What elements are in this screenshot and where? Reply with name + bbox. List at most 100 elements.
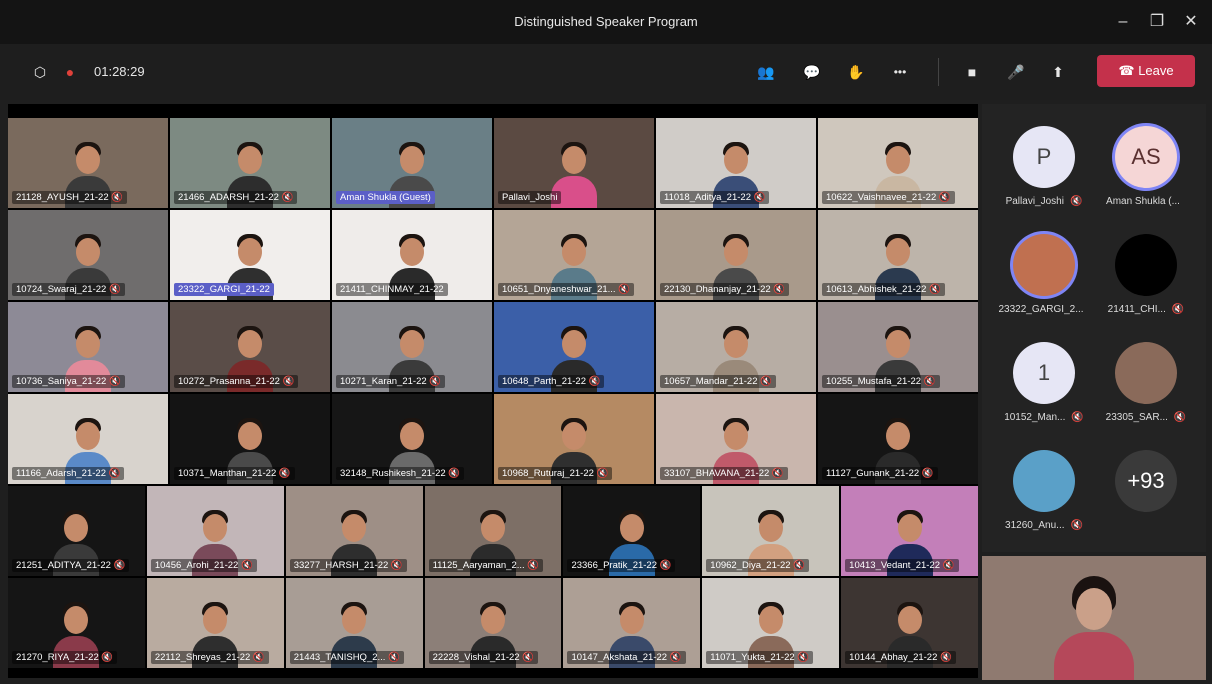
video-tile[interactable]: 10144_Abhay_21-22 🔇 [841,578,979,668]
video-tile[interactable]: 10657_Mandar_21-22 🔇 [656,302,816,392]
self-view[interactable] [982,556,1206,680]
avatar [1013,450,1075,512]
reactions-icon[interactable]: ✋ [842,60,870,84]
participant-name-text: Aman Shukla (... [1106,196,1180,207]
participant-name-label: 10271_Karan_21-22 🔇 [336,375,446,388]
participant-name-label: 21466_ADARSH_21-22 🔇 [174,191,298,204]
leave-label: Leave [1138,63,1174,78]
video-tile[interactable]: 33107_BHAVANA_21-22 🔇 [656,394,816,484]
participant-name-label: 21411_CHINMAY_21-22 [336,283,448,296]
participant-tile[interactable]: 21411_CHI... 🔇 [1096,234,1196,315]
participant-tile[interactable]: 1 10152_Man... 🔇 [994,342,1094,423]
close-button[interactable]: ✕ [1176,8,1206,36]
participant-tile[interactable]: P Pallavi_Joshi 🔇 [994,126,1094,207]
avatar [1115,342,1177,404]
video-tile[interactable]: 10456_Arohi_21-22 🔇 [146,486,284,576]
participant-name-text: Pallavi_Joshi [1005,196,1064,207]
camera-icon[interactable]: ■ [958,60,986,84]
participant-tile[interactable]: +93 [1096,450,1196,531]
participant-name-label: 10144_Abhay_21-22 🔇 [845,651,956,664]
participant-name-label: 10657_Mandar_21-22 🔇 [660,375,776,388]
participant-name-label: 21251_ADITYA_21-22 🔇 [12,559,130,572]
video-tile[interactable]: 11166_Adarsh_21-22 🔇 [8,394,168,484]
participant-tile[interactable]: 23305_SAR... 🔇 [1096,342,1196,423]
chat-icon[interactable]: 💬 [798,60,826,84]
participant-name-label: 11071_Yukta_21-22 🔇 [706,651,814,664]
mic-muted-icon: 🔇 [1173,412,1187,423]
participant-name-label: 21270_RIYA_21-22 🔇 [12,651,118,664]
mic-muted-icon: 🔇 [1171,304,1185,315]
video-tile[interactable]: 10962_Diya_21-22 🔇 [702,486,840,576]
video-tile[interactable]: 10724_Swaraj_21-22 🔇 [8,210,168,300]
avatar: 1 [1013,342,1075,404]
video-tile[interactable]: 33277_HARSH_21-22 🔇 [285,486,423,576]
participant-name-label: 11018_Aditya_21-22 🔇 [660,191,770,204]
participant-name-label: 11166_Adarsh_21-22 🔇 [12,467,125,480]
mic-muted-icon[interactable]: 🎤 [1002,60,1030,84]
video-tile[interactable]: 22112_Shreyas_21-22 🔇 [146,578,284,668]
video-tile[interactable]: 32148_Rushikesh_21-22 🔇 [332,394,492,484]
more-options-icon[interactable]: ••• [886,60,914,84]
video-tile[interactable]: 11125_Aaryaman_2... 🔇 [424,486,562,576]
window-title: Distinguished Speaker Program [514,14,698,29]
participant-name-text: 23305_SAR... [1105,412,1168,423]
participant-tile[interactable]: 23322_GARGI_2... [994,234,1094,315]
video-tile[interactable]: 11018_Aditya_21-22 🔇 [656,118,816,208]
meeting-toolbar: ⬡ ● 01:28:29 👥 💬 ✋ ••• ■ 🎤 ⬆ ☎ Leave [0,44,1212,100]
video-tile[interactable]: 21251_ADITYA_21-22 🔇 [8,486,145,576]
video-tile[interactable]: Aman Shukla (Guest) [332,118,492,208]
video-tile[interactable]: 10272_Prasanna_21-22 🔇 [170,302,330,392]
video-tile[interactable]: 10651_Dnyaneshwar_21... 🔇 [494,210,654,300]
share-screen-icon[interactable]: ⬆ [1044,60,1072,84]
shield-icon[interactable]: ⬡ [26,60,54,84]
participant-name-text: 21411_CHI... [1107,304,1166,315]
video-tile[interactable]: 11127_Gunank_21-22 🔇 [818,394,978,484]
video-tile[interactable]: 21270_RIYA_21-22 🔇 [8,578,145,668]
video-grid-row: 10736_Saniya_21-22 🔇 10272_Prasanna_21-22… [8,302,978,392]
video-tile[interactable]: 21443_TANISHQ_2... 🔇 [285,578,423,668]
video-tile[interactable]: 10613_Abhishek_21-22 🔇 [818,210,978,300]
participant-name-label: 10736_Saniya_21-22 🔇 [12,375,125,388]
video-tile[interactable]: 10968_Ruturaj_21-22 🔇 [494,394,654,484]
participant-name-label: 10371_Manthan_21-22 🔇 [174,467,295,480]
participant-name-label: 10968_Ruturaj_21-22 🔇 [498,467,613,480]
video-tile[interactable]: 21128_AYUSH_21-22 🔇 [8,118,168,208]
participant-tile[interactable]: 31260_Anu... 🔇 [994,450,1094,531]
video-tile[interactable]: 10255_Mustafa_21-22 🔇 [818,302,978,392]
participant-name-label: 33277_HARSH_21-22 🔇 [289,559,407,572]
participant-name-text: 10152_Man... [1004,412,1066,423]
video-tile[interactable]: 10648_Parth_21-22 🔇 [494,302,654,392]
video-tile[interactable]: 10371_Manthan_21-22 🔇 [170,394,330,484]
participant-name-label: 10724_Swaraj_21-22 🔇 [12,283,125,296]
video-tile[interactable]: 10413_Vedant_21-22 🔇 [841,486,979,576]
video-tile[interactable]: 23322_GARGI_21-22 [170,210,330,300]
video-tile[interactable]: 10736_Saniya_21-22 🔇 [8,302,168,392]
participant-name: 10152_Man... 🔇 [994,412,1094,423]
video-tile[interactable]: 23366_Pratik_21-22 🔇 [563,486,701,576]
video-grid: 21128_AYUSH_21-22 🔇 21466_ADARSH_21-22 🔇 A… [8,118,979,670]
participant-name-label: 10962_Diya_21-22 🔇 [706,559,810,572]
video-tile[interactable]: 22130_Dhananjay_21-22 🔇 [656,210,816,300]
video-tile[interactable]: 10147_Akshata_21-22 🔇 [563,578,701,668]
video-tile[interactable]: 11071_Yukta_21-22 🔇 [702,578,840,668]
more-participants-button[interactable]: +93 [1115,450,1177,512]
people-icon[interactable]: 👥 [752,60,780,84]
participant-name-label: 10613_Abhishek_21-22 🔇 [822,283,945,296]
participant-tile[interactable]: AS Aman Shukla (... [1096,126,1196,207]
participant-name-label: 10648_Parth_21-22 🔇 [498,375,605,388]
video-grid-row: 21128_AYUSH_21-22 🔇 21466_ADARSH_21-22 🔇 A… [8,118,978,208]
video-grid-row: 11166_Adarsh_21-22 🔇 10371_Manthan_21-22 … [8,394,978,484]
video-tile[interactable]: 10271_Karan_21-22 🔇 [332,302,492,392]
video-tile[interactable]: 21466_ADARSH_21-22 🔇 [170,118,330,208]
participant-name-label: 22112_Shreyas_21-22 🔇 [150,651,269,664]
video-tile[interactable]: Pallavi_Joshi [494,118,654,208]
participant-name-label: 10651_Dnyaneshwar_21... 🔇 [498,283,635,296]
video-tile[interactable]: 10622_Vaishnavee_21-22 🔇 [818,118,978,208]
restore-button[interactable]: ❐ [1142,8,1172,36]
avatar: AS [1115,126,1177,188]
minimize-button[interactable]: – [1108,8,1138,36]
video-tile[interactable]: 22228_Vishal_21-22 🔇 [424,578,562,668]
leave-button[interactable]: ☎ Leave [1097,55,1195,87]
mic-muted-icon: 🔇 [1071,412,1084,423]
video-tile[interactable]: 21411_CHINMAY_21-22 [332,210,492,300]
